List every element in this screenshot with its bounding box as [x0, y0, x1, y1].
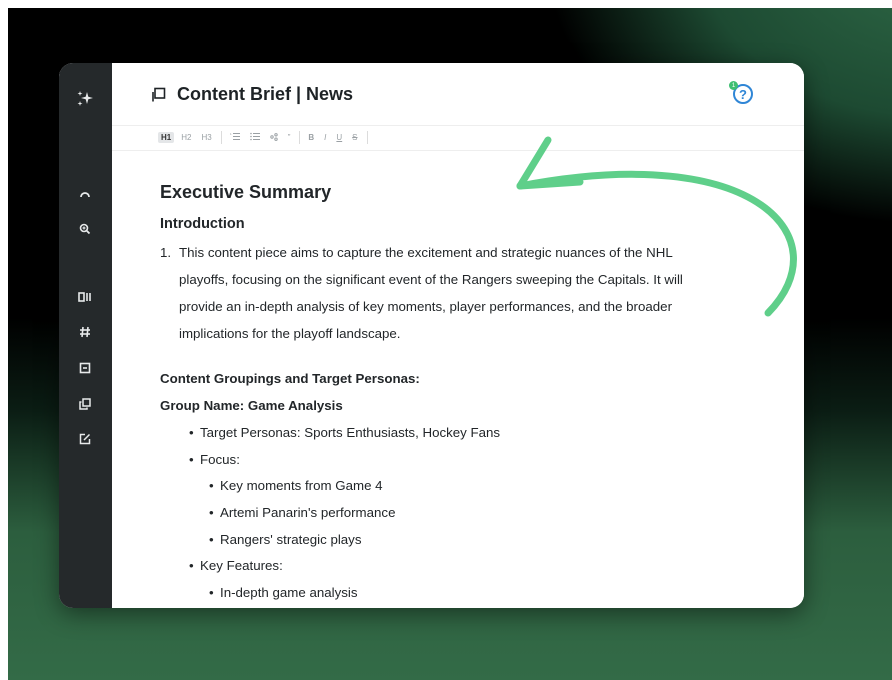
section-heading: Introduction	[160, 216, 245, 232]
list-item: Target Personas: Sports Enthusiasts, Hoc…	[189, 425, 500, 440]
notification-badge: 1	[729, 81, 738, 90]
toolbar-divider	[366, 131, 368, 144]
edit-icon[interactable]	[73, 427, 97, 451]
document-body[interactable]: Executive Summary Introduction 1. This c…	[160, 151, 784, 608]
header: Content Brief | News ? 1	[112, 63, 804, 126]
copy-icon[interactable]	[73, 392, 97, 416]
page-title: Content Brief | News	[177, 84, 354, 104]
editor-panel: Content Brief | News ? 1 H1 H2 H3 1 ” B …	[112, 63, 804, 608]
quote-icon[interactable]: ”	[285, 132, 294, 143]
ordered-list-icon[interactable]: 1	[227, 131, 243, 144]
sidebar	[59, 63, 112, 608]
groupings-heading: Content Groupings and Target Personas:	[160, 371, 420, 386]
bullet-list-icon[interactable]	[247, 131, 263, 144]
document-heading: Executive Summary	[160, 182, 332, 202]
list-item: Key Features:	[189, 558, 283, 573]
formatting-toolbar: H1 H2 H3 1 ” B I U S	[112, 125, 804, 151]
document-copy-icon	[152, 87, 166, 102]
toolbar-divider	[220, 131, 222, 144]
intro-line: implications for the playoff landscape.	[179, 326, 401, 341]
heading-3-button[interactable]: H3	[198, 132, 214, 143]
box-icon[interactable]	[73, 356, 97, 380]
svg-text:1: 1	[230, 132, 232, 136]
columns-icon[interactable]	[73, 285, 97, 309]
list-item: Focus:	[189, 452, 240, 467]
app-window: Content Brief | News ? 1 H1 H2 H3 1 ” B …	[59, 63, 804, 608]
gauge-icon[interactable]	[73, 182, 97, 206]
intro-line: playoffs, focusing on the significant ev…	[179, 272, 683, 287]
heading-1-button[interactable]: H1	[158, 132, 175, 143]
help-icon: ?	[739, 86, 747, 102]
list-number: 1.	[160, 245, 172, 260]
link-icon[interactable]	[267, 132, 281, 144]
list-item: In-depth game analysis	[209, 585, 358, 600]
heading-2-button[interactable]: H2	[178, 132, 194, 143]
bold-button[interactable]: B	[305, 132, 317, 143]
zoom-icon[interactable]	[73, 217, 97, 241]
list-item: Artemi Panarin's performance	[209, 505, 396, 520]
intro-line: provide an in-depth analysis of key mome…	[179, 299, 672, 314]
toolbar-divider	[299, 131, 301, 144]
list-item: Rangers' strategic plays	[209, 532, 362, 547]
strikethrough-button[interactable]: S	[349, 132, 360, 143]
list-item: Key moments from Game 4	[209, 478, 383, 493]
intro-list-item: 1. This content piece aims to capture th…	[160, 239, 720, 347]
sparkle-icon[interactable]	[73, 87, 97, 111]
hash-icon[interactable]	[73, 320, 97, 344]
italic-button[interactable]: I	[321, 132, 329, 143]
group-name: Group Name: Game Analysis	[160, 398, 343, 413]
underline-button[interactable]: U	[333, 132, 345, 143]
intro-text: This content piece aims to capture the e…	[179, 239, 720, 347]
intro-line: This content piece aims to capture the e…	[179, 245, 673, 260]
